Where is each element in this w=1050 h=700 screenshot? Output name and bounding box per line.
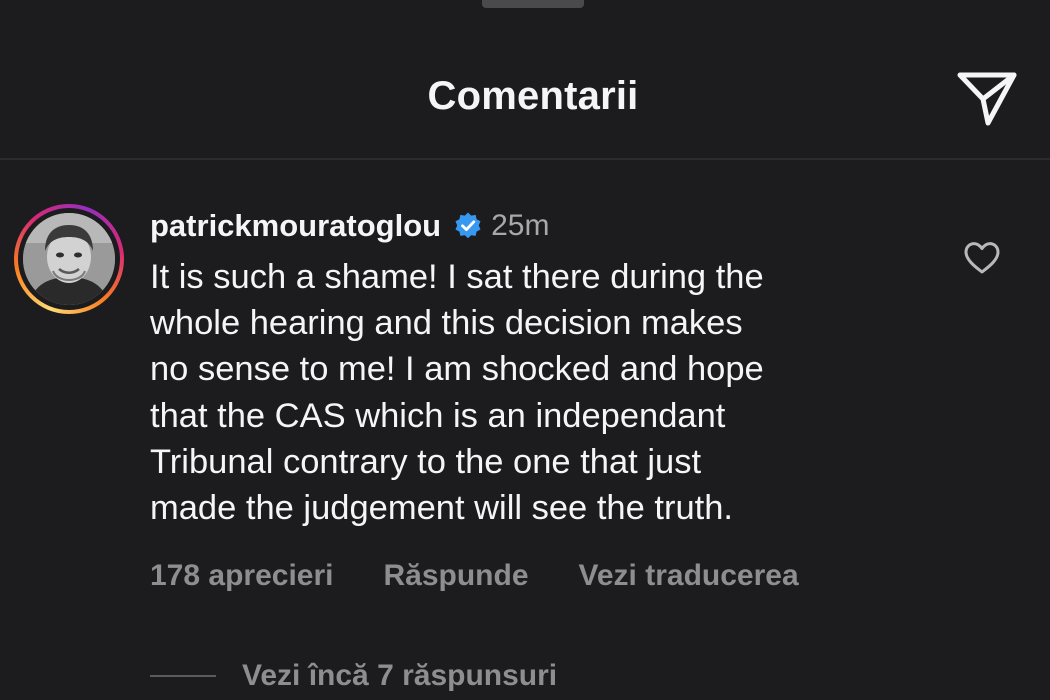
comment-text-line: whole hearing and this decision makes <box>150 304 743 343</box>
comment-text-line: made the judgement will see the truth. <box>150 489 733 528</box>
likes-count-link[interactable]: 178 aprecieri <box>150 559 333 593</box>
view-more-replies-button[interactable]: Vezi încă 7 răspunsuri <box>150 654 557 698</box>
avatar-border <box>18 208 120 310</box>
comment-actions: 178 aprecieri Răspunde Vezi traducerea <box>150 554 799 598</box>
paper-plane-icon <box>957 72 1017 126</box>
comment-text-line: no sense to me! I am shocked and hope <box>150 350 764 389</box>
comment-text-line: It is such a shame! I sat there during t… <box>150 258 764 296</box>
like-button[interactable] <box>960 238 1004 278</box>
profile-photo <box>23 213 115 305</box>
translate-button[interactable]: Vezi traducerea <box>579 559 799 593</box>
share-button[interactable] <box>954 68 1020 128</box>
replies-divider-line <box>150 675 216 677</box>
comment-timestamp: 25m <box>491 209 550 242</box>
username-link[interactable]: patrickmouratoglou <box>150 208 441 244</box>
comment-text-line: Tribunal contrary to the one that just <box>150 442 702 481</box>
comment-text: It is such a shame! I sat there during t… <box>150 254 930 531</box>
comments-header: Comentarii <box>0 0 1050 160</box>
view-more-replies-label: Vezi încă 7 răspunsuri <box>242 659 558 692</box>
comment-header: patrickmouratoglou 25m <box>150 206 549 246</box>
comment-text-line: that the CAS which is an independant <box>150 396 726 435</box>
page-title: Comentarii <box>427 74 639 118</box>
comment-item: patrickmouratoglou 25m It is such a sham… <box>0 162 1050 700</box>
verified-badge-icon <box>453 211 483 241</box>
avatar[interactable] <box>14 204 124 314</box>
reply-button[interactable]: Răspunde <box>383 559 528 593</box>
heart-outline-icon <box>964 242 1000 274</box>
